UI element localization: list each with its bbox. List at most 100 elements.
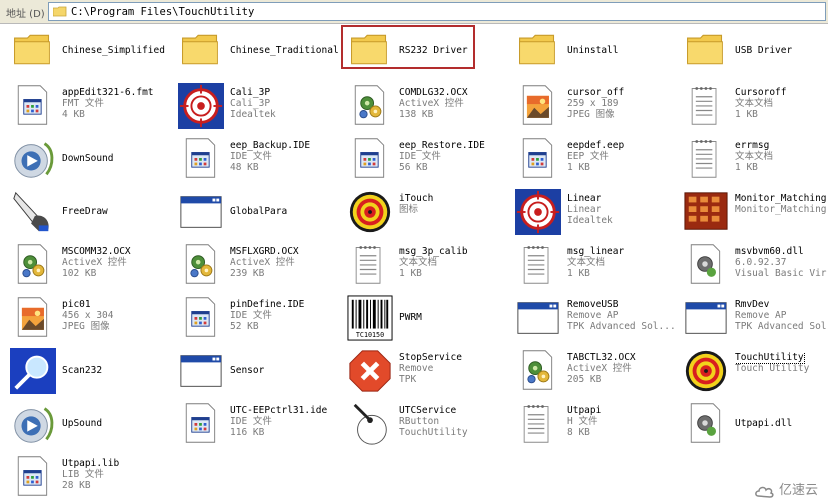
file-name: MSCOMM32.OCX: [62, 246, 131, 257]
file-item[interactable]: Chinese_Traditional: [178, 28, 339, 78]
dll-icon: [683, 401, 731, 449]
file-meta: 1 KB: [735, 162, 758, 173]
file-meta: Idealtek: [230, 109, 276, 120]
file-item[interactable]: TC10150 PWRM: [347, 295, 507, 345]
folder-icon: [683, 28, 731, 76]
file-meta: 1 KB: [567, 162, 590, 173]
file-name: eep_Backup.IDE: [230, 140, 311, 151]
file-item[interactable]: UTCService RButton TouchUtility: [347, 401, 507, 451]
file-item[interactable]: eep_Restore.IDE IDE 文件 56 KB: [347, 136, 507, 186]
file-item[interactable]: Monitor_Matching Monitor_Matching: [683, 189, 828, 239]
file-item[interactable]: Scan232: [10, 348, 170, 398]
file-name: pinDefine.IDE: [230, 299, 305, 310]
folder-icon: [178, 28, 226, 76]
file-item[interactable]: Utpapi H 文件 8 KB: [515, 401, 675, 451]
file-meta: Cali_3P: [230, 98, 271, 109]
file-meta: Visual Basic Vir...: [735, 268, 828, 279]
file-meta: 文本文档: [735, 98, 774, 109]
file-meta: 48 KB: [230, 162, 259, 173]
file-meta: ActiveX 控件: [230, 257, 295, 268]
file-meta: ActiveX 控件: [399, 98, 464, 109]
file-meta: 28 KB: [62, 480, 91, 491]
file-item[interactable]: cursor_off 259 x 189 JPEG 图像: [515, 83, 675, 133]
file-label: Sensor: [230, 365, 350, 376]
file-item[interactable]: MSCOMM32.OCX ActiveX 控件 102 KB: [10, 242, 170, 292]
file-item[interactable]: Utpapi.dll: [683, 401, 828, 451]
file-meta: TPK Advanced Sol...: [735, 321, 828, 332]
target-icon: [347, 189, 395, 237]
file-label: UTC-EEPctrl31.ide IDE 文件 116 KB: [230, 405, 350, 438]
file-item[interactable]: FreeDraw: [10, 189, 170, 239]
pen-hand-icon: [10, 189, 58, 237]
file-item[interactable]: TABCTL32.OCX ActiveX 控件 205 KB: [515, 348, 675, 398]
file-item[interactable]: appEdit321-6.fmt FMT 文件 4 KB: [10, 83, 170, 133]
file-name: GlobalPara: [230, 206, 288, 217]
file-meta: 102 KB: [62, 268, 97, 279]
file-item[interactable]: pinDefine.IDE IDE 文件 52 KB: [178, 295, 338, 345]
file-item[interactable]: RemoveUSB Remove AP TPK Advanced Sol...: [515, 295, 676, 345]
service-icon: [347, 401, 395, 449]
file-label: eepdef.eep EEP 文件 1 KB: [567, 140, 687, 173]
generic-file-icon: [178, 136, 226, 184]
file-label: Chinese_Simplified: [62, 45, 182, 56]
file-item[interactable]: errmsg 文本文档 1 KB: [683, 136, 828, 186]
file-label: Scan232: [62, 365, 182, 376]
file-name: msg_3p_calib: [399, 246, 468, 257]
file-label: PWRM: [399, 312, 519, 323]
file-name: Sensor: [230, 365, 265, 376]
file-label: DownSound: [62, 153, 182, 164]
file-item[interactable]: Cali_3P Cali_3P Idealtek: [178, 83, 338, 133]
address-input[interactable]: C:\Program Files\TouchUtility: [48, 2, 826, 21]
file-name: msvbvm60.dll: [735, 246, 804, 257]
file-label: RmvDevRemove APTPK Advanced Sol...: [735, 299, 828, 332]
file-item[interactable]: Chinese_Simplified: [10, 28, 170, 78]
file-label: Utpapi H 文件 8 KB: [567, 405, 687, 438]
file-item[interactable]: Linear Linear Idealtek: [515, 189, 675, 239]
file-meta: IDE 文件: [230, 310, 272, 321]
file-item[interactable]: COMDLG32.OCX ActiveX 控件 138 KB: [347, 83, 507, 133]
file-item[interactable]: UpSound: [10, 401, 170, 451]
image-file-icon: [515, 83, 563, 131]
file-label: UpSound: [62, 418, 182, 429]
highlight-box: [341, 25, 475, 69]
activex-icon: [178, 242, 226, 290]
file-meta: 239 KB: [230, 268, 265, 279]
file-meta: 1 KB: [567, 268, 590, 279]
file-item[interactable]: eepdef.eep EEP 文件 1 KB: [515, 136, 675, 186]
file-name: COMDLG32.OCX: [399, 87, 468, 98]
file-item[interactable]: eep_Backup.IDE IDE 文件 48 KB: [178, 136, 338, 186]
file-label: GlobalPara: [230, 206, 350, 217]
file-item[interactable]: Sensor: [178, 348, 338, 398]
barcode-icon: TC10150: [347, 295, 395, 343]
file-item[interactable]: pic01 456 x 304 JPEG 图像: [10, 295, 170, 345]
file-item[interactable]: msg_linear 文本文档 1 KB: [515, 242, 675, 292]
file-name: Uninstall: [567, 45, 619, 56]
file-item[interactable]: iTouch 图标: [347, 189, 507, 239]
file-item[interactable]: RmvDevRemove APTPK Advanced Sol...: [683, 295, 828, 345]
file-label: errmsg 文本文档 1 KB: [735, 140, 828, 173]
file-item[interactable]: Uninstall: [515, 28, 675, 78]
file-item[interactable]: TouchUtility Touch Utility: [683, 348, 828, 398]
file-meta: 56 KB: [399, 162, 428, 173]
file-item[interactable]: MSFLXGRD.OCX ActiveX 控件 239 KB: [178, 242, 338, 292]
file-item[interactable]: DownSound: [10, 136, 170, 186]
file-name: appEdit321-6.fmt: [62, 87, 154, 98]
file-meta: JPEG 图像: [62, 321, 110, 332]
file-meta: IDE 文件: [399, 151, 441, 162]
file-item[interactable]: USB Driver: [683, 28, 828, 78]
file-item[interactable]: Cursoroff 文本文档 1 KB: [683, 83, 828, 133]
file-meta: 文本文档: [399, 257, 438, 268]
file-item[interactable]: StopService Remove TPK: [347, 348, 507, 398]
file-item[interactable]: GlobalPara: [178, 189, 338, 239]
text-file-icon: [515, 401, 563, 449]
file-label: appEdit321-6.fmt FMT 文件 4 KB: [62, 87, 182, 120]
media-icon: [10, 401, 58, 449]
file-item[interactable]: msg_3p_calib 文本文档 1 KB: [347, 242, 507, 292]
file-label: pinDefine.IDE IDE 文件 52 KB: [230, 299, 350, 332]
file-name: Cali_3P: [230, 87, 271, 98]
folder-icon: [515, 28, 563, 76]
file-item[interactable]: msvbvm60.dll6.0.92.37Visual Basic Vir...: [683, 242, 828, 292]
activex-icon: [515, 348, 563, 396]
file-item[interactable]: UTC-EEPctrl31.ide IDE 文件 116 KB: [178, 401, 338, 451]
file-item[interactable]: Utpapi.lib LIB 文件 28 KB: [10, 454, 170, 504]
